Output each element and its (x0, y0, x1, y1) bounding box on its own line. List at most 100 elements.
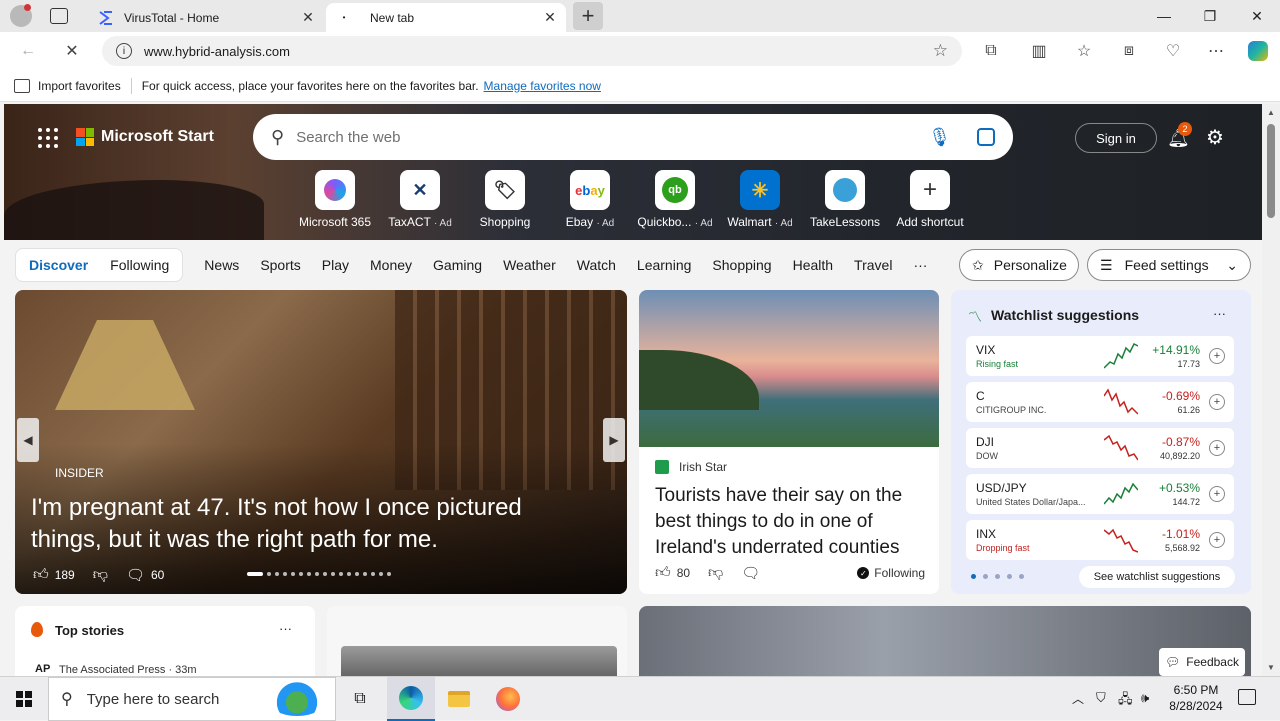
taskbar-search-placeholder[interactable]: Type here to search (87, 691, 220, 708)
add-to-watchlist-icon[interactable]: + (1209, 486, 1225, 502)
like-icon[interactable]: 👍︎ (655, 564, 671, 582)
carousel-next-button[interactable]: ▶ (603, 418, 625, 462)
scroll-thumb[interactable] (1267, 124, 1275, 218)
nav-gaming[interactable]: Gaming (433, 257, 482, 273)
nav-weather[interactable]: Weather (503, 257, 556, 273)
shortcut-quickbooks[interactable]: qb Quickbo... · Ad (632, 170, 718, 229)
minimize-button[interactable]: — (1141, 0, 1187, 32)
visual-search-icon[interactable] (977, 128, 995, 146)
shortcut-taxact[interactable]: ✕ TaxACT · Ad (377, 170, 463, 229)
task-view-icon[interactable]: ⧉ (336, 677, 384, 721)
network-tray-icon[interactable]: 🖧︎ (1118, 690, 1133, 712)
like-icon[interactable]: 👍︎ (33, 566, 49, 584)
windows-start-icon[interactable] (0, 677, 48, 721)
volume-tray-icon[interactable]: 🕪︎ (1141, 690, 1149, 706)
nav-more-button[interactable]: ··· (913, 257, 927, 273)
shortcut-walmart[interactable]: ✳ Walmart · Ad (717, 170, 803, 229)
side-story-card[interactable]: Irish Star Tourists have their say on th… (639, 290, 939, 594)
watchlist-row[interactable]: INX Dropping fast -1.01% 5,568.92 + (966, 520, 1234, 560)
dislike-icon[interactable]: 👎︎ (93, 566, 108, 584)
sign-in-button[interactable]: Sign in (1075, 123, 1157, 153)
settings-more-icon[interactable]: ⋯ (1202, 37, 1230, 65)
watchlist-more-button[interactable]: ··· (1213, 306, 1226, 321)
apps-launcher-icon[interactable] (38, 128, 58, 148)
see-watchlist-button[interactable]: See watchlist suggestions (1079, 566, 1235, 588)
feed-settings-button[interactable]: ☰ Feed settings ⌄ (1087, 249, 1251, 281)
url-text[interactable]: www.hybrid-analysis.com (144, 44, 933, 59)
following-label[interactable]: Following (874, 566, 925, 580)
add-to-watchlist-icon[interactable]: + (1209, 394, 1225, 410)
watchlist-row[interactable]: USD/JPY United States Dollar/Japa... +0.… (966, 474, 1234, 514)
story-headline[interactable]: Tourists have their say on the best thin… (655, 483, 930, 561)
shortcut-shopping[interactable]: 🏷︎ Shopping (462, 170, 548, 229)
settings-gear-icon[interactable]: ⚙ (1206, 125, 1224, 150)
nav-shopping[interactable]: Shopping (712, 257, 771, 273)
add-to-watchlist-icon[interactable]: + (1209, 348, 1225, 364)
watchlist-pagination-dots[interactable] (971, 574, 1024, 579)
scroll-up-arrow[interactable]: ▲ (1267, 108, 1275, 117)
space-station-story-card[interactable]: 💬︎ Feedback (639, 606, 1251, 676)
shortcut-add[interactable]: + Add shortcut (887, 170, 973, 229)
personalize-button[interactable]: ✩ Personalize (959, 249, 1079, 281)
story-headline[interactable]: I'm pregnant at 47. It's not how I once … (31, 492, 591, 556)
import-favorites-icon[interactable] (14, 78, 30, 93)
microphone-icon[interactable]: 🎙 (928, 127, 951, 148)
add-to-watchlist-icon[interactable]: + (1209, 440, 1225, 456)
page-scrollbar[interactable]: ▲ ▼ (1262, 104, 1280, 676)
add-to-watchlist-icon[interactable]: + (1209, 532, 1225, 548)
collections-icon[interactable]: ⧈ (1115, 37, 1143, 65)
nav-news[interactable]: News (204, 257, 239, 273)
extensions-icon[interactable]: ⧉ (977, 37, 1005, 65)
microsoft-start-logo[interactable]: Microsoft Start (76, 128, 214, 146)
stop-loading-button[interactable]: ✕ (58, 37, 86, 65)
address-bar[interactable]: i www.hybrid-analysis.com ☆ (102, 36, 962, 66)
tab-new-tab[interactable]: • New tab ✕ (326, 3, 566, 32)
search-placeholder[interactable]: Search the web (296, 129, 928, 146)
tab-actions-icon[interactable] (50, 8, 68, 24)
favorites-icon[interactable]: ☆ (1070, 37, 1098, 65)
split-screen-icon[interactable]: ▥ (1025, 37, 1053, 65)
taskbar-search-box[interactable]: ⚲ Type here to search (48, 677, 336, 721)
server-product-card[interactable] (327, 606, 627, 676)
new-tab-button[interactable]: + (573, 2, 603, 30)
defender-tray-icon[interactable]: ⛉ (1096, 690, 1106, 706)
top-stories-more-button[interactable]: ··· (279, 621, 292, 636)
tab-virustotal[interactable]: VirusTotal - Home ✕ (88, 3, 324, 32)
close-tab-icon[interactable]: ✕ (296, 6, 320, 30)
notification-center-icon[interactable] (1238, 689, 1256, 705)
watchlist-row[interactable]: C CITIGROUP INC. -0.69% 61.26 + (966, 382, 1234, 422)
info-icon[interactable]: i (116, 43, 132, 59)
dislike-icon[interactable]: 👎︎ (708, 564, 723, 582)
nav-health[interactable]: Health (793, 257, 833, 273)
restore-button[interactable]: ❐ (1187, 0, 1233, 32)
copilot-icon[interactable] (1244, 37, 1272, 65)
carousel-prev-button[interactable]: ◀ (17, 418, 39, 462)
edge-taskbar-icon[interactable] (387, 677, 435, 721)
main-story-card[interactable]: ◀ ▶ INSIDER I'm pregnant at 47. It's not… (15, 290, 627, 594)
scroll-down-arrow[interactable]: ▼ (1267, 663, 1275, 672)
shortcut-microsoft-365[interactable]: Microsoft 365 (292, 170, 378, 229)
show-hidden-icons-icon[interactable]: ︿ (1072, 690, 1084, 707)
web-search-box[interactable]: ⚲ Search the web 🎙 (253, 114, 1013, 160)
browser-essentials-icon[interactable]: ♡ (1159, 37, 1187, 65)
tab-discover[interactable]: Discover (18, 257, 99, 273)
shortcut-ebay[interactable]: ebay Ebay · Ad (547, 170, 633, 229)
shortcut-takelessons[interactable]: TakeLessons (802, 170, 888, 229)
nav-learning[interactable]: Learning (637, 257, 692, 273)
nav-sports[interactable]: Sports (260, 257, 300, 273)
feedback-button[interactable]: 💬︎ Feedback (1159, 648, 1245, 676)
nav-play[interactable]: Play (322, 257, 349, 273)
watchlist-row[interactable]: VIX Rising fast +14.91% 17.73 + (966, 336, 1234, 376)
profile-icon[interactable] (10, 4, 32, 27)
nav-travel[interactable]: Travel (854, 257, 892, 273)
taskbar-clock[interactable]: 6:50 PM 8/28/2024 (1164, 682, 1228, 714)
tab-following[interactable]: Following (99, 257, 180, 273)
nav-money[interactable]: Money (370, 257, 412, 273)
watchlist-row[interactable]: DJI DOW -0.87% 40,892.20 + (966, 428, 1234, 468)
manage-favorites-link[interactable]: Manage favorites now (484, 79, 601, 93)
comment-icon[interactable]: 🗨︎ (126, 566, 145, 584)
file-explorer-icon[interactable] (435, 677, 483, 721)
import-favorites-button[interactable]: Import favorites (38, 79, 121, 93)
firefox-icon[interactable] (484, 677, 532, 721)
comment-icon[interactable]: 🗨︎ (741, 564, 760, 582)
